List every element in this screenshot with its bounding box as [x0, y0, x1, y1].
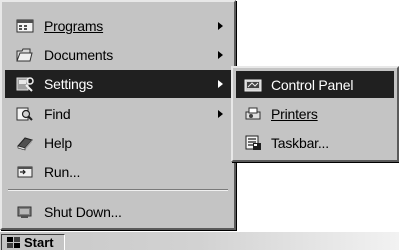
- menu-item-documents[interactable]: Documents: [5, 41, 231, 69]
- settings-submenu: Control Panel Printers Taskbar...: [231, 66, 399, 162]
- start-button[interactable]: Start: [1, 234, 65, 250]
- menu-item-label: Find: [44, 106, 71, 122]
- menu-item-find[interactable]: Find: [5, 100, 231, 128]
- menu-item-help[interactable]: Help: [5, 129, 231, 157]
- menu-item-label: Run...: [44, 164, 81, 180]
- chevron-right-icon: [218, 22, 223, 30]
- chevron-right-icon: [218, 51, 223, 59]
- submenu-item-printers[interactable]: Printers: [236, 100, 394, 127]
- submenu-item-label: Printers: [271, 105, 318, 122]
- control-panel-icon: [243, 75, 263, 95]
- menu-item-label: Programs: [44, 18, 104, 34]
- chevron-right-icon: [218, 80, 223, 88]
- menu-item-settings[interactable]: Settings: [5, 70, 231, 98]
- printers-icon: [243, 104, 263, 124]
- taskbar: Start: [0, 231, 399, 250]
- menu-item-label: Shut Down...: [44, 204, 122, 220]
- windows-logo-icon: [5, 236, 21, 250]
- chevron-right-icon: [218, 110, 223, 118]
- find-icon: [15, 104, 35, 124]
- menu-separator: [8, 189, 228, 191]
- submenu-item-control-panel[interactable]: Control Panel: [236, 71, 394, 98]
- help-icon: [15, 133, 35, 153]
- menu-item-label: Documents: [44, 47, 114, 63]
- desktop: Programs Documents Settings Find Help Ru…: [0, 0, 399, 250]
- programs-icon: [15, 16, 35, 36]
- start-label: Start: [24, 235, 54, 250]
- submenu-item-taskbar[interactable]: Taskbar...: [236, 129, 394, 156]
- submenu-item-label: Control Panel: [271, 76, 354, 93]
- settings-icon: [15, 74, 35, 94]
- run-icon: [15, 162, 35, 182]
- taskbar-icon: [243, 133, 263, 153]
- shut-down-icon: [15, 202, 35, 222]
- menu-item-run[interactable]: Run...: [5, 158, 231, 186]
- submenu-item-label: Taskbar...: [271, 134, 329, 151]
- documents-icon: [15, 45, 35, 65]
- menu-item-programs[interactable]: Programs: [5, 12, 231, 40]
- menu-item-label: Help: [44, 135, 72, 151]
- start-menu: Programs Documents Settings Find Help Ru…: [0, 0, 236, 230]
- menu-item-label: Settings: [44, 76, 93, 92]
- menu-item-shut-down[interactable]: Shut Down...: [5, 198, 231, 226]
